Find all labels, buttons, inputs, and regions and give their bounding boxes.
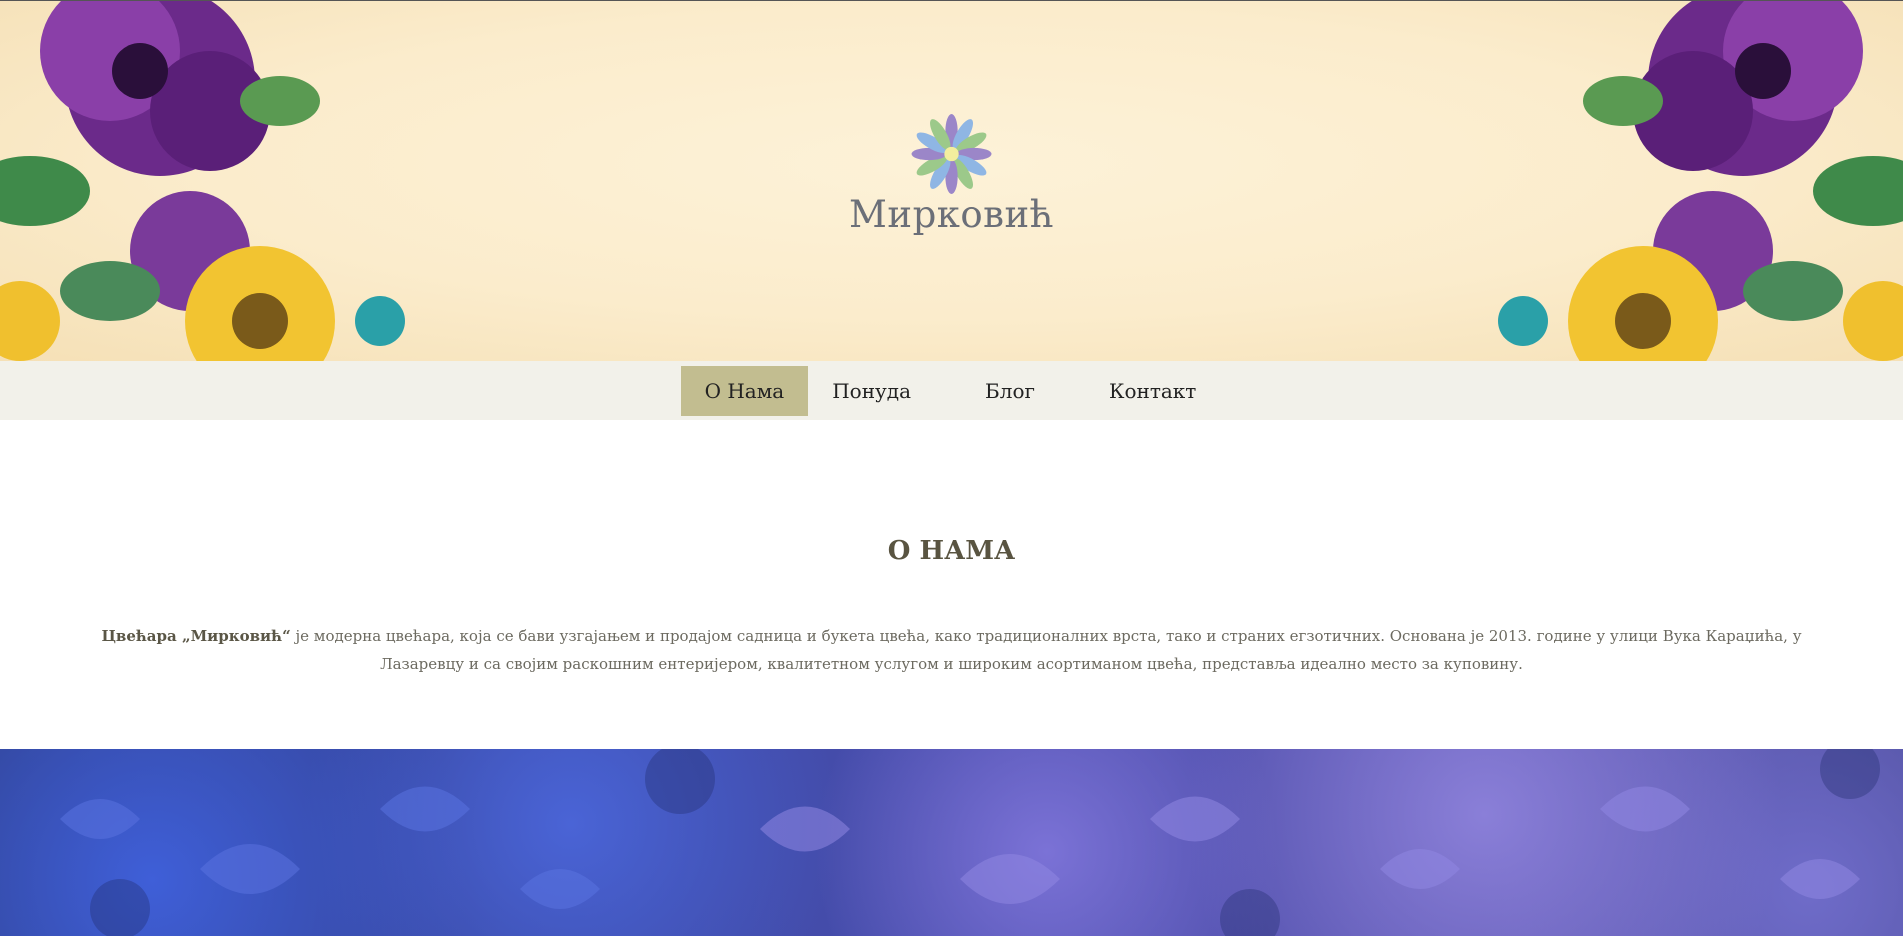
nav-item-about[interactable]: О Нама — [680, 365, 809, 416]
about-section: О НАМА Цвећара „Мирковић“ је модерна цве… — [0, 420, 1903, 749]
brand-name: Мирковић — [849, 193, 1054, 236]
nav-item-blog[interactable]: Блог — [961, 366, 1059, 416]
about-company-name: Цвећара „Мирковић“ — [101, 627, 291, 645]
header-banner: Мирковић — [0, 0, 1903, 362]
site-logo[interactable]: Мирковић — [849, 113, 1054, 236]
flower-bouquet-right-image — [1498, 1, 1903, 362]
hydrangea-background-image — [0, 749, 1903, 936]
nav-item-contact[interactable]: Контакт — [1085, 366, 1220, 416]
nav-item-offer[interactable]: Понуда — [808, 366, 935, 416]
flower-bouquet-left-image — [0, 1, 405, 362]
about-description: Цвећара „Мирковић“ је модерна цвећара, к… — [100, 622, 1803, 678]
about-title: О НАМА — [887, 536, 1016, 566]
main-navigation: О Нама Понуда Блог Контакт — [0, 361, 1903, 420]
about-description-text: је модерна цвећара, која се бави узгајањ… — [290, 627, 1802, 673]
flower-logo-icon — [911, 114, 992, 194]
